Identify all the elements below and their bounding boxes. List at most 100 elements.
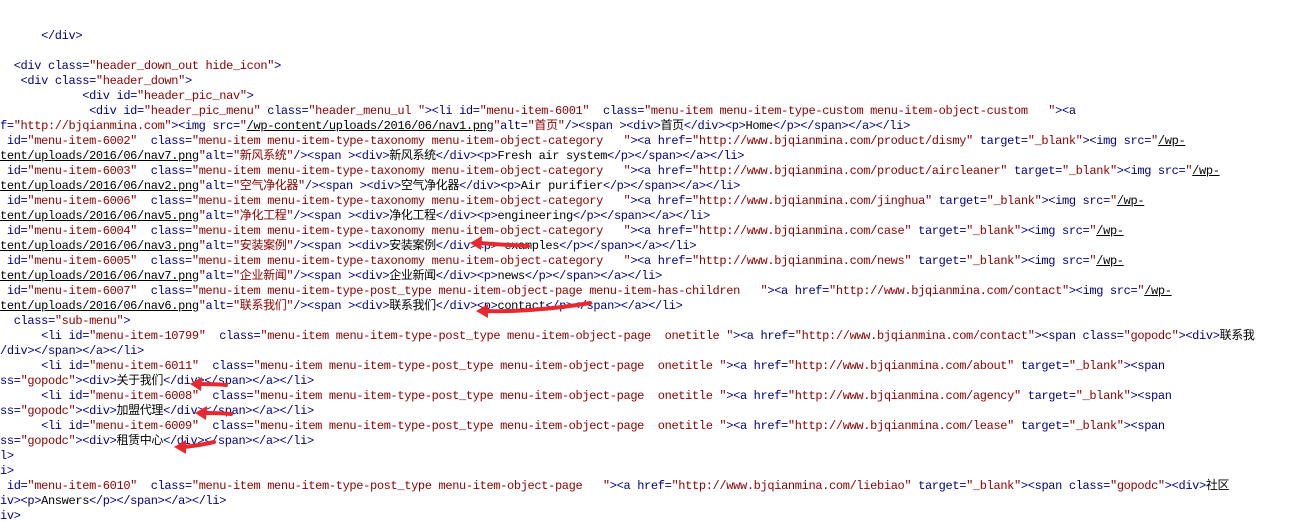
- text-token: 租赁中心: [116, 434, 164, 448]
- attribute-token: class=: [212, 389, 254, 403]
- tag-token: </p></span></a></li>: [89, 494, 227, 508]
- tag-token: ><span: [1034, 329, 1083, 343]
- link-token[interactable]: /wp-: [1117, 194, 1145, 208]
- string-token: "净化工程": [232, 209, 294, 223]
- attribute-token: alt=: [205, 299, 234, 313]
- tag-token: ><a: [1055, 104, 1076, 118]
- tag-token: ><a: [726, 359, 754, 373]
- string-token: "http://www.bjqianmina.com/news": [692, 254, 919, 268]
- source-line: tent/uploads/2016/06/nav2.png"alt="空气净化器…: [0, 179, 740, 194]
- attribute-token: id=: [68, 389, 90, 403]
- link-token[interactable]: /wp-content/uploads/2016/06/nav1.png: [247, 119, 494, 133]
- text-token: 安装案例: [389, 239, 436, 253]
- attribute-token: href=: [657, 224, 693, 238]
- attribute-token: alt=: [205, 179, 234, 193]
- link-token[interactable]: tent/uploads/2016/06/nav6.png: [0, 299, 199, 313]
- tag-token: ><img: [1068, 284, 1110, 298]
- text-token: 新风系统: [389, 149, 436, 163]
- tag-token: </div><p>: [435, 239, 498, 253]
- source-line: <li id="menu-item-6011" class="menu-item…: [0, 359, 1165, 374]
- source-line: l>: [0, 449, 14, 464]
- string-token: "_blank": [1075, 389, 1131, 403]
- string-token: "http://bjqianmina.com": [13, 119, 172, 133]
- string-token: "http://www.bjqianmina.com/liebiao": [671, 479, 919, 493]
- string-token: "header_pic_nav": [137, 89, 247, 103]
- source-line: <li id="menu-item-6009" class="menu-item…: [0, 419, 1165, 434]
- tag-token: ><a: [767, 284, 795, 298]
- string-token: "menu-item-6008": [89, 389, 213, 403]
- attribute-token: id=: [0, 224, 28, 238]
- tag-token: </p></span></a></li>: [559, 239, 697, 253]
- string-token: "gopodc": [20, 374, 76, 388]
- string-token: "gopodc": [1109, 479, 1165, 493]
- tag-token: >: [123, 314, 131, 328]
- attribute-token: alt=: [205, 269, 234, 283]
- attribute-token: id=: [0, 254, 28, 268]
- attribute-token: href=: [794, 284, 830, 298]
- tag-token: </div></span></a></li>: [163, 434, 314, 448]
- string-token: "_blank": [1027, 134, 1083, 148]
- string-token: "menu-item-6006": [27, 194, 151, 208]
- source-line: id="menu-item-6003" class="menu-item men…: [0, 164, 1220, 179]
- string-token: "menu-item menu-item-type-taxonomy menu-…: [191, 164, 631, 178]
- text-token: 关于我们: [116, 374, 164, 388]
- tag-token: ><a: [630, 134, 658, 148]
- tag-token: </p></span></a></li>: [572, 209, 710, 223]
- link-token[interactable]: tent/uploads/2016/06/nav7.png: [0, 149, 199, 163]
- string-token: "http://www.bjqianmina.com/product/aircl…: [692, 164, 1015, 178]
- string-token: "_blank": [966, 254, 1021, 268]
- text-token: 联系我们: [389, 299, 436, 313]
- attribute-token: f=: [0, 119, 14, 133]
- source-line: tent/uploads/2016/06/nav3.png"alt="安装案例"…: [0, 239, 697, 254]
- link-token[interactable]: tent/uploads/2016/06/nav2.png: [0, 179, 199, 193]
- string-token: ": [198, 179, 206, 193]
- link-token[interactable]: tent/uploads/2016/06/nav7.png: [0, 269, 199, 283]
- tag-token: ><span: [1123, 359, 1165, 373]
- link-token[interactable]: /wp-: [1096, 224, 1124, 238]
- string-token: "menu-item-6011": [89, 359, 213, 373]
- link-token[interactable]: tent/uploads/2016/06/nav3.png: [0, 239, 199, 253]
- string-token: ": [239, 119, 247, 133]
- tag-token: </p></span></a></li>: [524, 269, 662, 283]
- string-token: "header_down_out hide_icon": [89, 59, 275, 73]
- tag-token: <div: [0, 74, 55, 88]
- attribute-token: alt=: [500, 119, 528, 133]
- string-token: "menu-item menu-item-type-taxonomy menu-…: [191, 254, 631, 268]
- link-token[interactable]: /wp-: [1192, 164, 1220, 178]
- string-token: "安装案例": [232, 239, 294, 253]
- string-token: "menu-item menu-item-type-post_type menu…: [191, 479, 610, 493]
- source-line: <li id="menu-item-10799" class="menu-ite…: [0, 329, 1255, 344]
- text-token: 净化工程: [389, 209, 436, 223]
- source-line: class="sub-menu">: [0, 314, 131, 329]
- attribute-token: id=: [0, 134, 28, 148]
- attribute-token: id=: [0, 479, 28, 493]
- string-token: "menu-item-6005": [27, 254, 151, 268]
- attribute-token: target=: [979, 134, 1028, 148]
- string-token: "menu-item menu-item-type-post_type menu…: [260, 329, 734, 343]
- link-token[interactable]: tent/uploads/2016/06/nav5.png: [0, 209, 199, 223]
- link-token[interactable]: /wp-: [1096, 254, 1124, 268]
- string-token: "企业新闻": [232, 269, 294, 283]
- string-token: "_blank": [1068, 419, 1124, 433]
- tag-token: </div><p>: [459, 179, 521, 193]
- attribute-token: href=: [657, 254, 693, 268]
- source-line: /div></span></a></li>: [0, 344, 144, 359]
- link-token[interactable]: /wp-: [1158, 134, 1186, 148]
- attribute-token: id=: [0, 164, 28, 178]
- link-token[interactable]: /wp-: [1144, 284, 1172, 298]
- attribute-token: href=: [753, 389, 789, 403]
- text-token: 企业新闻: [389, 269, 436, 283]
- tag-token: ><img: [1020, 254, 1062, 268]
- tag-token: </div><p>: [435, 149, 498, 163]
- text-token: engineering: [497, 209, 573, 223]
- source-line: <div class="header_down_out hide_icon">: [0, 59, 282, 74]
- tag-token: ><div>: [75, 434, 117, 448]
- text-token: Answers: [41, 494, 90, 508]
- attribute-token: src=: [1123, 134, 1152, 148]
- string-token: "首页": [527, 119, 565, 133]
- attribute-token: href=: [753, 419, 789, 433]
- string-token: "menu-item-6003": [27, 164, 151, 178]
- tag-token: </div>: [0, 29, 83, 43]
- string-token: "menu-item-6010": [27, 479, 151, 493]
- attribute-token: id=: [68, 359, 90, 373]
